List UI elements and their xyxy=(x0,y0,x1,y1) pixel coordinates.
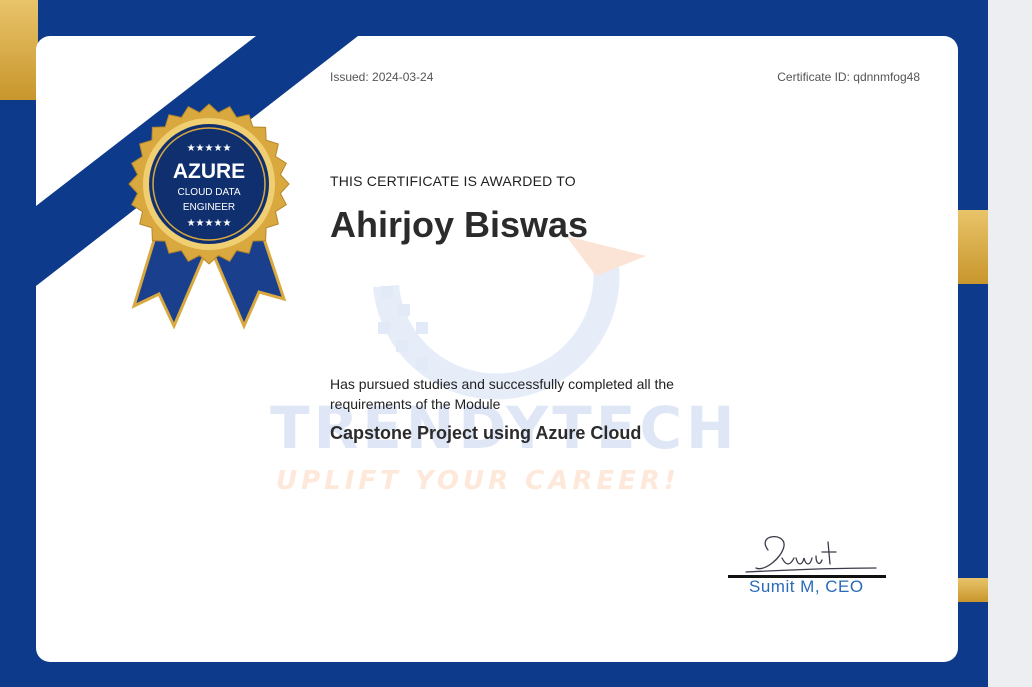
watermark-tagline: UPLIFT YOUR CAREER! xyxy=(276,466,680,496)
badge-stars-top: ★★★★★ xyxy=(187,143,232,154)
completion-description: Has pursued studies and successfully com… xyxy=(330,376,674,412)
recipient-name: Ahirjoy Biswas xyxy=(330,204,589,245)
badge-line1: CLOUD DATA xyxy=(178,187,241,198)
certificate-id: Certificate ID: qdnnmfog48 xyxy=(777,70,920,84)
viewer-side-panel xyxy=(988,0,1032,687)
gold-accent-top-left xyxy=(0,0,38,100)
badge-line2: ENGINEER xyxy=(183,202,235,213)
badge-stars-bottom: ★★★★★ xyxy=(187,218,232,229)
certificate-frame: TRENDYTECH UPLIFT YOUR CAREER! Issued: 2… xyxy=(0,0,988,687)
module-name: Capstone Project using Azure Cloud xyxy=(330,423,642,443)
azure-badge: ★★★★★ AZURE CLOUD DATA ENGINEER ★★★★★ xyxy=(128,103,290,330)
badge-title: AZURE xyxy=(173,160,245,183)
gold-accent-right xyxy=(958,210,988,284)
certificate-card: TRENDYTECH UPLIFT YOUR CAREER! Issued: 2… xyxy=(36,36,958,662)
signer-name: Sumit M, CEO xyxy=(749,577,864,596)
gold-accent-right-lower xyxy=(958,578,988,602)
issued-date: Issued: 2024-03-24 xyxy=(330,70,434,84)
awarded-to-heading: THIS CERTIFICATE IS AWARDED TO xyxy=(330,173,576,189)
